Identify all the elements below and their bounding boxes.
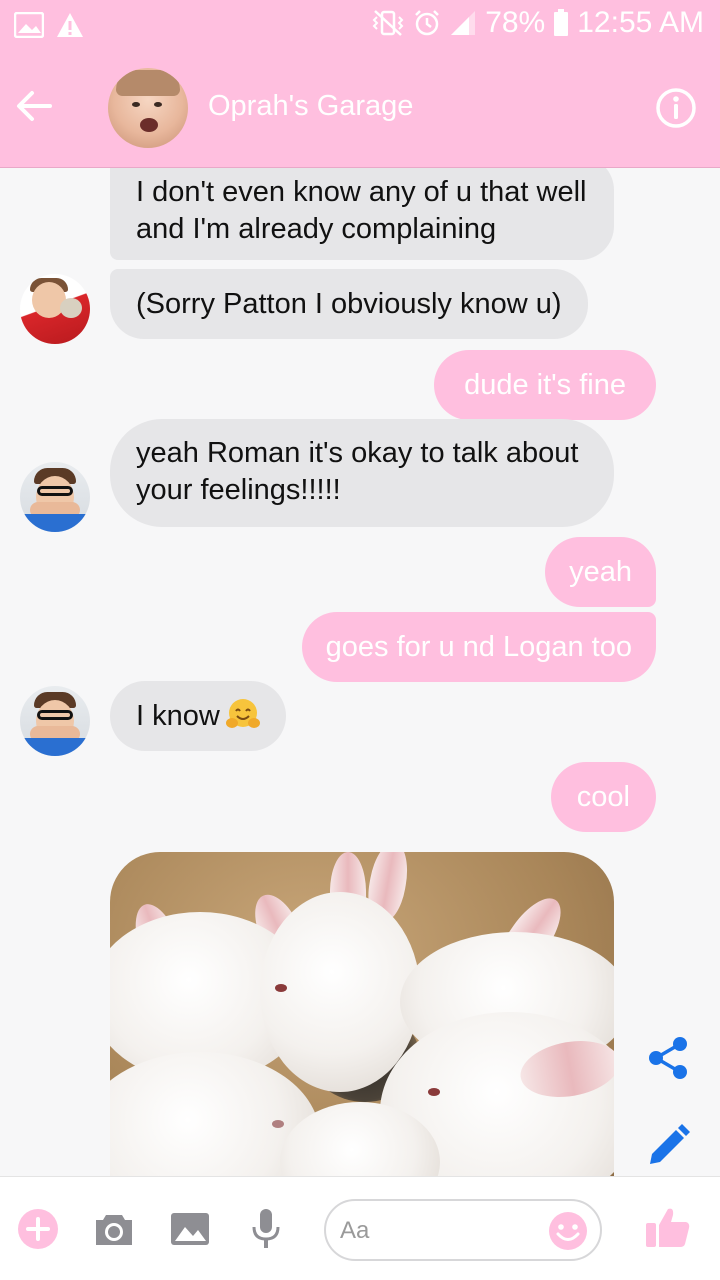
alarm-icon — [415, 10, 440, 36]
avatar-roman[interactable] — [20, 274, 90, 344]
info-icon — [656, 88, 696, 128]
camera-button[interactable] — [92, 1207, 136, 1251]
like-button[interactable] — [644, 1203, 692, 1251]
conversation-header: Oprah's Garage — [0, 50, 720, 168]
back-button[interactable] — [12, 84, 56, 128]
message-bubble-outgoing[interactable]: cool — [550, 762, 656, 832]
message-input-placeholder: Aa — [340, 1217, 370, 1244]
message-text: I know — [136, 700, 220, 732]
avatar-logan[interactable] — [20, 686, 90, 756]
camera-icon — [96, 1215, 132, 1245]
image-icon — [171, 1213, 209, 1245]
message-composer: Aa — [0, 1176, 720, 1280]
emoji-button[interactable] — [546, 1209, 590, 1253]
status-bar: 78% 12:55 AM — [0, 0, 720, 50]
message-bubble-incoming[interactable]: I don't even know any of u that well and… — [110, 168, 614, 260]
message-bubble-incoming[interactable]: I know — [110, 681, 286, 751]
pencil-icon — [650, 1124, 690, 1164]
avatar-logan[interactable] — [20, 462, 90, 532]
clock-time: 12:55 AM — [577, 6, 704, 39]
message-bubble-outgoing[interactable]: dude it's fine — [434, 350, 656, 420]
message-list[interactable]: I don't even know any of u that well and… — [0, 168, 720, 1176]
add-button[interactable] — [16, 1207, 60, 1251]
message-bubble-outgoing[interactable]: goes for u nd Logan too — [301, 612, 656, 682]
conversation-title[interactable]: Oprah's Garage — [208, 90, 413, 123]
smiley-icon — [549, 1212, 587, 1250]
edit-button[interactable] — [644, 1122, 692, 1170]
gallery-button[interactable] — [168, 1207, 212, 1251]
microphone-icon — [252, 1209, 280, 1248]
arrow-left-icon — [17, 91, 52, 121]
hugging-face-icon — [225, 687, 260, 728]
thumbs-up-icon — [646, 1208, 690, 1247]
battery-icon — [554, 9, 569, 36]
shared-photo-bunnies[interactable] — [110, 852, 614, 1176]
vibrate-mute-icon — [372, 10, 404, 36]
group-avatar[interactable] — [108, 68, 188, 148]
battery-percent: 78% — [485, 6, 546, 39]
microphone-button[interactable] — [244, 1207, 288, 1251]
share-button[interactable] — [644, 1034, 692, 1082]
signal-icon — [451, 11, 476, 35]
plus-icon — [18, 1209, 58, 1249]
gallery-notification-icon — [14, 12, 44, 38]
info-button[interactable] — [654, 86, 698, 130]
share-icon — [649, 1037, 687, 1079]
message-bubble-incoming[interactable]: yeah Roman it's okay to talk about your … — [110, 419, 614, 527]
warning-icon — [57, 13, 83, 37]
message-bubble-incoming[interactable]: (Sorry Patton I obviously know u) — [110, 269, 588, 339]
message-input[interactable]: Aa — [324, 1199, 602, 1261]
message-bubble-outgoing[interactable]: yeah — [545, 537, 656, 607]
